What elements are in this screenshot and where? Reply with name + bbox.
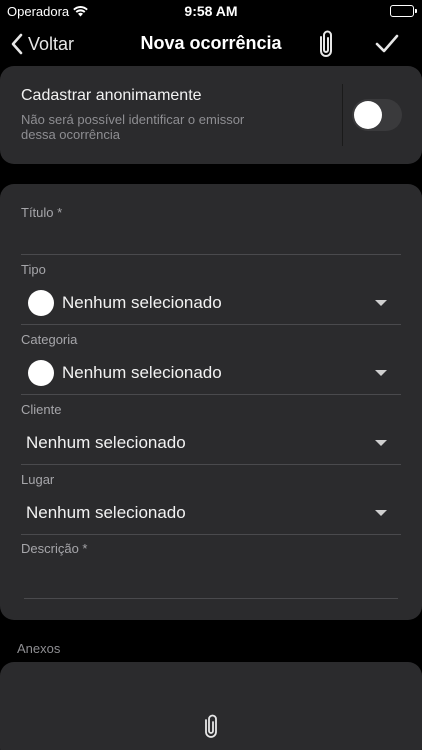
- paperclip-icon: [205, 714, 217, 738]
- descricao-input[interactable]: [24, 564, 398, 592]
- cliente-underline: [21, 464, 401, 465]
- attach-button[interactable]: [312, 28, 340, 60]
- status-bar: Operadora 9:58 AM: [0, 0, 422, 24]
- anonymous-toggle[interactable]: [352, 99, 402, 131]
- chevron-down-icon: [375, 300, 387, 306]
- lugar-value: Nenhum selecionado: [26, 503, 186, 522]
- battery-icon: [390, 5, 414, 17]
- chevron-down-icon: [375, 510, 387, 516]
- lugar-underline: [21, 534, 401, 535]
- cliente-value: Nenhum selecionado: [26, 433, 186, 452]
- status-time: 9:58 AM: [184, 3, 238, 19]
- checkmark-icon: [375, 34, 399, 53]
- tipo-select[interactable]: Nenhum selecionado: [21, 285, 401, 321]
- categoria-color-dot: [28, 360, 54, 386]
- tipo-color-dot: [28, 290, 54, 316]
- anonymous-description: Não será possível identificar o emissor …: [21, 112, 245, 142]
- navigation-bar: Voltar Nova ocorrência: [0, 24, 422, 64]
- form-card: Título * Tipo Nenhum selecionado Categor…: [0, 184, 422, 620]
- lugar-select[interactable]: Nenhum selecionado: [21, 495, 401, 531]
- anonymous-title: Cadastrar anonimamente: [21, 87, 202, 104]
- paperclip-icon: [320, 30, 332, 57]
- attachments-card[interactable]: [0, 662, 422, 750]
- cliente-select[interactable]: Nenhum selecionado: [21, 425, 401, 461]
- save-button[interactable]: [372, 30, 402, 58]
- categoria-select[interactable]: Nenhum selecionado: [21, 355, 401, 391]
- categoria-underline: [21, 394, 401, 395]
- titulo-input[interactable]: [21, 226, 401, 254]
- cliente-label: Cliente: [21, 402, 62, 417]
- chevron-down-icon: [375, 440, 387, 446]
- tipo-label: Tipo: [21, 262, 46, 277]
- categoria-label: Categoria: [21, 332, 78, 347]
- attachments-label: Anexos: [17, 641, 61, 656]
- titulo-underline: [21, 254, 401, 255]
- tipo-value: Nenhum selecionado: [62, 293, 222, 312]
- lugar-label: Lugar: [21, 472, 55, 487]
- add-attachment-button[interactable]: [202, 714, 220, 740]
- tipo-underline: [21, 324, 401, 325]
- descricao-label: Descrição *: [21, 541, 88, 556]
- chevron-down-icon: [375, 370, 387, 376]
- categoria-value: Nenhum selecionado: [62, 363, 222, 382]
- titulo-label: Título *: [21, 205, 63, 220]
- descricao-underline: [24, 598, 398, 599]
- divider: [342, 84, 343, 146]
- toggle-knob: [354, 101, 382, 129]
- page-title: Nova ocorrência: [140, 33, 282, 53]
- battery-tip: [415, 9, 417, 13]
